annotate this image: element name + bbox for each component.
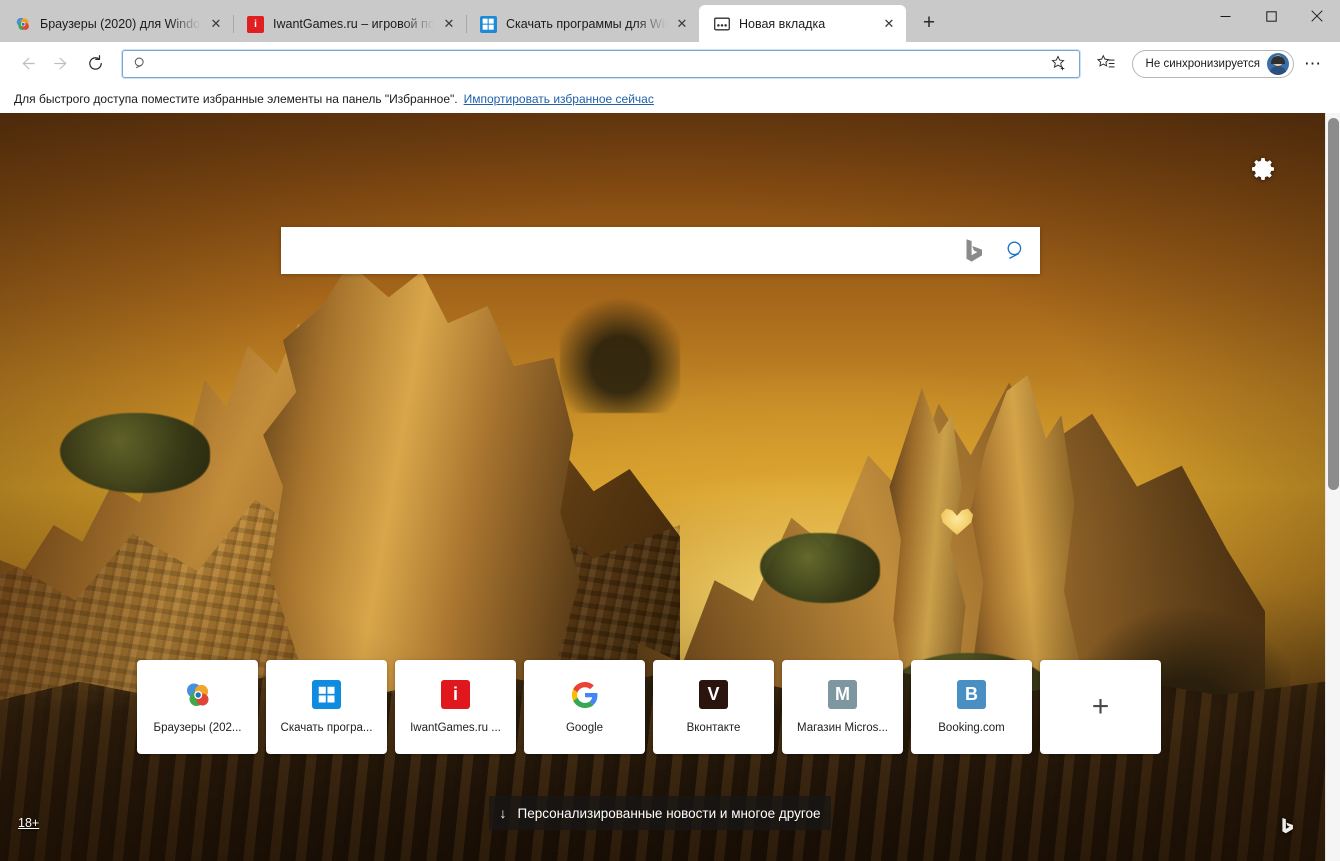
- iwantgames-icon: i: [441, 680, 470, 709]
- tile-booking[interactable]: B Booking.com: [911, 660, 1032, 754]
- tab-separator: [233, 15, 234, 33]
- personalized-news-prompt[interactable]: ↓ Персонализированные новости и многое д…: [489, 796, 831, 830]
- collections-icon[interactable]: [1090, 47, 1124, 81]
- tab-strip: Браузеры (2020) для Windows 7 ✕ i IwantG…: [0, 0, 1340, 42]
- tile-label: IwantGames.ru ...: [410, 722, 501, 734]
- address-bar[interactable]: [122, 49, 1080, 78]
- bing-search-box[interactable]: [281, 227, 1040, 274]
- browsers-icon: [183, 680, 212, 709]
- tab-iwantgames[interactable]: i IwantGames.ru – игровой портал ✕: [233, 6, 466, 42]
- page-viewport: Браузеры (202... Скачать програ... i Iwa…: [0, 113, 1325, 861]
- tile-google[interactable]: Google: [524, 660, 645, 754]
- favorites-prompt-text: Для быстрого доступа поместите избранные…: [14, 92, 458, 106]
- tile-vkontakte[interactable]: V Вконтакте: [653, 660, 774, 754]
- tile-label: Google: [565, 722, 604, 734]
- window-controls: [1202, 0, 1340, 42]
- tile-label: Вконтакте: [686, 722, 741, 734]
- add-favorite-icon[interactable]: [1047, 51, 1073, 77]
- tab-close-button[interactable]: ✕: [205, 13, 227, 35]
- tile-label: Booking.com: [938, 722, 1005, 734]
- news-prompt-label: Персонализированные новости и многое дру…: [517, 805, 821, 821]
- address-input[interactable]: [148, 50, 1047, 77]
- settings-and-more-button[interactable]: ⋯: [1296, 47, 1330, 81]
- tab-download-programs[interactable]: Скачать программы для Windows ✕: [466, 6, 699, 42]
- profile-label: Не синхронизируется: [1145, 57, 1260, 70]
- scrollbar-thumb[interactable]: [1328, 118, 1339, 490]
- reload-button[interactable]: [78, 47, 112, 81]
- booking-icon: B: [957, 680, 986, 709]
- favorites-prompt-bar: Для быстрого доступа поместите избранные…: [0, 85, 1340, 113]
- microsoft-store-icon: M: [828, 680, 857, 709]
- browser-toolbar: Не синхронизируется ⋯: [0, 42, 1340, 85]
- tile-download-programs[interactable]: Скачать програ...: [266, 660, 387, 754]
- avatar: [1267, 52, 1289, 75]
- new-tab-page: Браузеры (202... Скачать програ... i Iwa…: [0, 113, 1340, 861]
- profile-sync-button[interactable]: Не синхронизируется: [1131, 49, 1294, 78]
- bing-icon: [956, 238, 992, 264]
- new-tab-icon: [713, 15, 730, 32]
- shortcut-tiles: Браузеры (202... Скачать програ... i Iwa…: [137, 660, 1161, 754]
- windows-store-icon: [480, 15, 497, 33]
- vk-icon: V: [699, 680, 728, 709]
- gear-icon[interactable]: [1249, 155, 1277, 183]
- tab-browsers-2020[interactable]: Браузеры (2020) для Windows 7 ✕: [0, 6, 233, 42]
- back-button[interactable]: [10, 47, 44, 81]
- google-icon: [570, 680, 599, 709]
- tile-label: Магазин Micros...: [796, 722, 888, 734]
- tab-close-button[interactable]: ✕: [438, 13, 460, 35]
- age-rating-badge[interactable]: 18+: [18, 816, 39, 830]
- tile-microsoft-store[interactable]: M Магазин Micros...: [782, 660, 903, 754]
- bing-icon[interactable]: [1280, 816, 1295, 841]
- search-icon: [133, 56, 148, 71]
- import-favorites-link[interactable]: Импортировать избранное сейчас: [464, 92, 654, 106]
- iwantgames-icon: i: [247, 15, 264, 33]
- bing-search-input[interactable]: [281, 228, 956, 273]
- minimize-button[interactable]: [1202, 0, 1248, 32]
- tab-new-tab[interactable]: Новая вкладка ✕: [699, 5, 906, 42]
- tab-close-button[interactable]: ✕: [878, 13, 900, 35]
- page-scrollbar[interactable]: [1325, 113, 1340, 861]
- search-icon[interactable]: [992, 239, 1040, 263]
- tile-label: Скачать програ...: [280, 722, 373, 734]
- new-tab-button[interactable]: +: [912, 6, 946, 40]
- tab-close-button[interactable]: ✕: [671, 13, 693, 35]
- tab-title: IwantGames.ru – игровой портал: [273, 17, 434, 31]
- close-button[interactable]: [1294, 0, 1340, 32]
- tab-title: Скачать программы для Windows: [506, 17, 667, 31]
- forward-button[interactable]: [44, 47, 78, 81]
- tile-browsers[interactable]: Браузеры (202...: [137, 660, 258, 754]
- windows-icon: [312, 680, 341, 709]
- plus-icon: +: [1091, 690, 1110, 723]
- tab-title: Браузеры (2020) для Windows 7: [40, 17, 201, 31]
- arrow-down-icon: ↓: [499, 805, 507, 821]
- tile-iwantgames[interactable]: i IwantGames.ru ...: [395, 660, 516, 754]
- tab-separator: [466, 15, 467, 33]
- add-shortcut-tile[interactable]: +: [1040, 660, 1161, 754]
- firefox-chrome-icon: [14, 16, 31, 33]
- tab-title: Новая вкладка: [739, 16, 826, 31]
- tile-label: Браузеры (202...: [153, 722, 242, 734]
- maximize-button[interactable]: [1248, 0, 1294, 32]
- tab-list: Браузеры (2020) для Windows 7 ✕ i IwantG…: [0, 0, 946, 42]
